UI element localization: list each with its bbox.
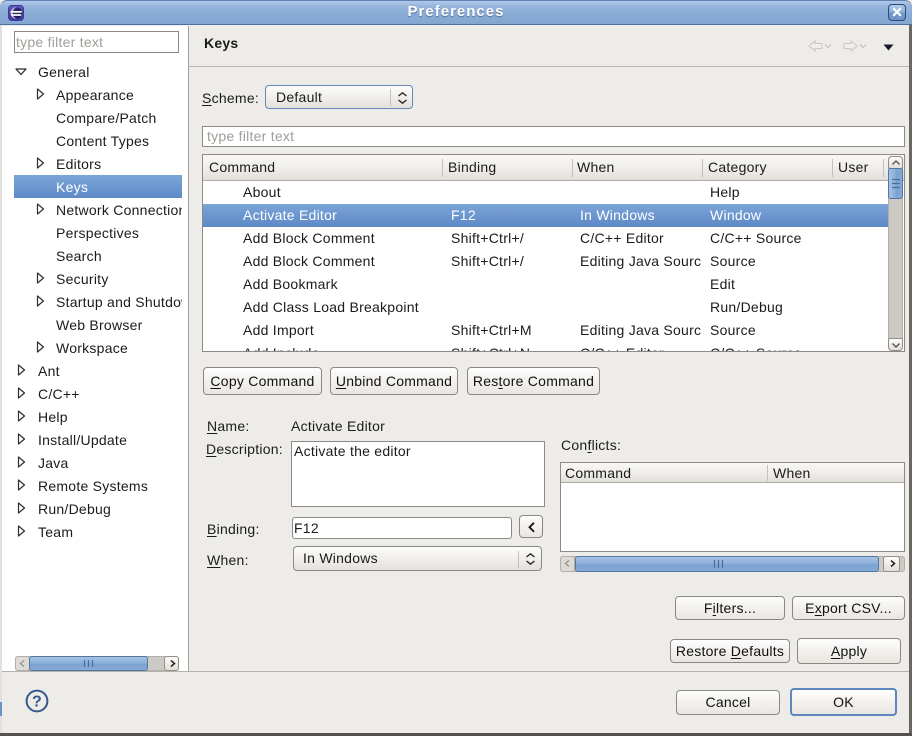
svg-text:?: ? <box>32 694 42 711</box>
